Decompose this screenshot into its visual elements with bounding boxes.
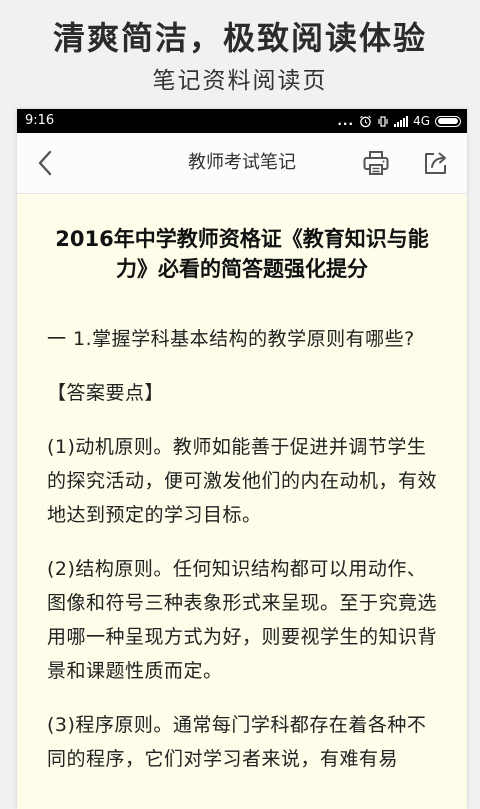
answer-paragraph-1: (1)动机原则。教师如能善于促进并调节学生的探究活动，便可激发他们的内在动机，有… — [47, 436, 438, 526]
article-title: 2016年中学教师资格证《教育知识与能力》必看的简答题强化提分 — [55, 227, 429, 281]
phone-screen: 9:16 ... 4G 教师考试笔记 2016年中学教师资格证《教育知识与能力》… — [17, 109, 467, 809]
share-icon — [425, 152, 446, 174]
article-content[interactable]: 2016年中学教师资格证《教育知识与能力》必看的简答题强化提分 一 1.掌握学科… — [17, 194, 467, 809]
alarm-icon — [360, 115, 372, 127]
nav-bar: 教师考试笔记 — [17, 133, 467, 194]
network-type: 4G — [413, 114, 430, 128]
answer-header: 【答案要点】 — [47, 382, 165, 404]
nav-title: 教师考试笔记 — [188, 152, 296, 173]
vibrate-icon — [378, 115, 388, 127]
print-icon — [363, 151, 389, 175]
print-button[interactable] — [361, 148, 391, 178]
status-icons: ... 4G — [337, 109, 461, 133]
status-bar: 9:16 ... 4G — [17, 109, 467, 133]
promo-title: 清爽简洁，极致阅读体验 — [52, 19, 427, 57]
status-time: 9:16 — [25, 113, 55, 128]
signal-icon — [394, 115, 409, 127]
battery-icon — [435, 115, 461, 127]
question-text: 一 1.掌握学科基本结构的教学原则有哪些? — [47, 328, 415, 350]
share-button[interactable] — [421, 148, 451, 178]
notification-dots: ... — [337, 114, 355, 128]
answer-paragraph-2: (2)结构原则。任何知识结构都可以用动作、图像和符号三种表象形式来呈现。至于究竟… — [47, 558, 438, 682]
promo-subtitle: 笔记资料阅读页 — [152, 68, 328, 94]
answer-paragraph-3: (3)程序原则。通常每门学科都存在着各种不同的程序，它们对学习者来说，有难有易 — [47, 714, 427, 770]
